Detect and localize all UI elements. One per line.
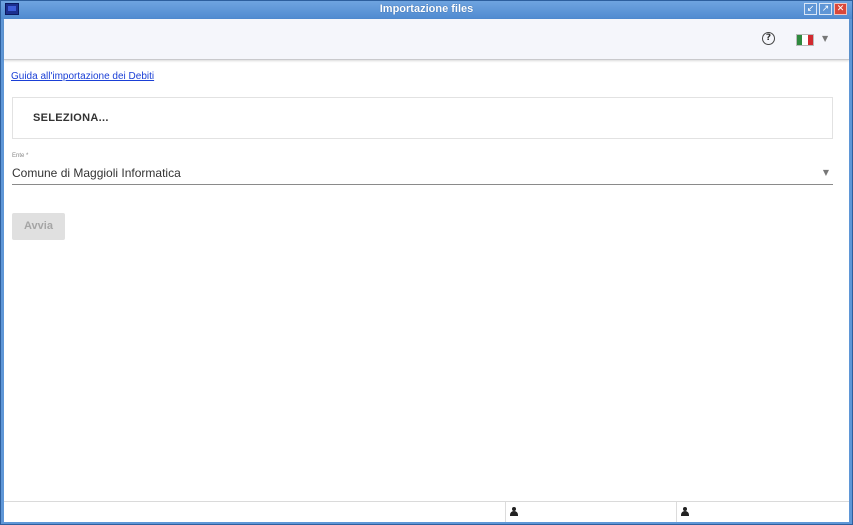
italian-flag-icon[interactable] (796, 34, 814, 46)
ente-select[interactable]: Comune di Maggioli Informatica ▼ (12, 161, 833, 185)
status-divider (676, 502, 677, 522)
chevron-down-icon[interactable]: ▼ (823, 168, 829, 177)
help-icon[interactable]: ? (762, 32, 775, 45)
file-select-card[interactable]: SELEZIONA... (12, 97, 833, 139)
close-button[interactable]: ✕ (834, 3, 847, 15)
select-file-button[interactable]: SELEZIONA... (33, 112, 109, 124)
status-divider (505, 502, 506, 522)
window-title: Importazione files (379, 3, 474, 15)
chevron-down-icon[interactable]: ▼ (822, 34, 828, 43)
maximize-button[interactable]: ↗ (819, 3, 832, 15)
ente-select-value: Comune di Maggioli Informatica (12, 166, 181, 180)
start-button[interactable]: Avvia (12, 213, 65, 240)
guide-link[interactable]: Guida all'importazione dei Debiti (11, 71, 154, 82)
user-icon (681, 507, 689, 516)
status-bar (4, 501, 849, 522)
top-toolbar: ? ▼ (4, 19, 849, 60)
ente-field-label: Ente * (12, 153, 29, 159)
user-icon (510, 507, 518, 516)
app-window: Importazione files ↙ ↗ ✕ ? ▼ Guida all'i… (0, 0, 853, 525)
content-area: ? ▼ Guida all'importazione dei Debiti SE… (4, 19, 849, 522)
minimize-button[interactable]: ↙ (804, 3, 817, 15)
title-bar[interactable]: Importazione files ↙ ↗ ✕ (1, 1, 852, 19)
